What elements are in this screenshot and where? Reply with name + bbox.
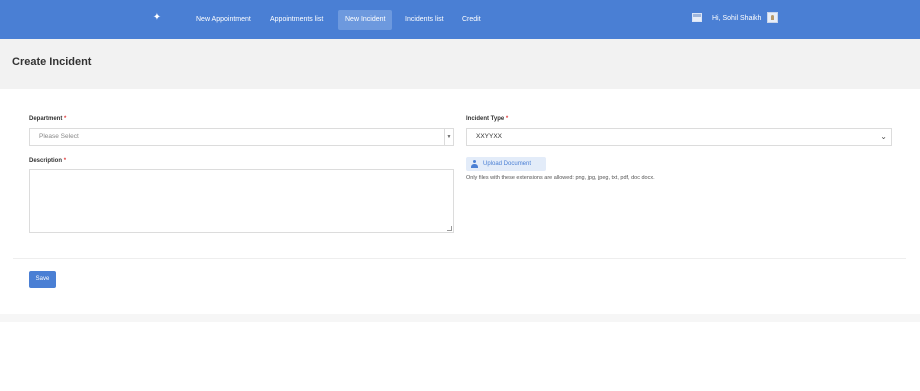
incident-type-value: XXYYXX — [476, 133, 503, 140]
nav-credit[interactable]: Credit — [455, 10, 488, 30]
nav-appointments-list[interactable]: Appointments list — [263, 10, 330, 30]
description-label: Description * — [29, 158, 66, 164]
department-label-text: Department — [29, 116, 63, 122]
required-mark: * — [64, 116, 67, 122]
user-avatar-icon[interactable] — [767, 12, 778, 23]
save-button[interactable]: Save — [29, 271, 56, 288]
upload-document-label: Upload Document — [483, 161, 532, 167]
upload-document-button[interactable]: Upload Document — [466, 157, 546, 171]
chevron-down-icon[interactable]: ⌄ — [880, 129, 887, 145]
form-divider — [13, 258, 906, 259]
nav-new-incident[interactable]: New Incident — [338, 10, 393, 30]
page-title: Create Incident — [12, 56, 92, 68]
incident-type-label-text: Incident Type — [466, 116, 505, 122]
leaf-icon[interactable]: ✦ — [150, 11, 164, 25]
resize-handle-icon[interactable] — [447, 226, 452, 231]
department-select[interactable]: Please Select ▼ — [29, 128, 454, 146]
user-upload-icon — [471, 160, 478, 168]
nav-incidents-list[interactable]: Incidents list — [398, 10, 451, 30]
description-label-text: Description — [29, 158, 63, 164]
department-label: Department * — [29, 116, 66, 122]
card-bottom-shadow — [0, 314, 920, 322]
required-mark: * — [505, 116, 509, 122]
nav-new-appointment[interactable]: New Appointment — [189, 10, 258, 30]
required-mark: * — [63, 158, 67, 164]
incident-type-label: Incident Type * — [466, 116, 508, 122]
department-placeholder: Please Select — [39, 133, 79, 140]
chevron-down-icon[interactable]: ▼ — [444, 129, 453, 145]
flag-icon[interactable] — [692, 13, 702, 22]
user-greeting[interactable]: Hi, Sohil Shaikh — [712, 10, 761, 28]
page-header — [0, 39, 920, 89]
incident-type-select[interactable]: XXYYXX ⌄ — [466, 128, 892, 146]
allowed-extensions-help: Only files with these extensions are all… — [466, 175, 655, 181]
description-textarea[interactable] — [29, 169, 454, 233]
top-navbar: ✦ New Appointment Appointments list New … — [0, 0, 920, 39]
